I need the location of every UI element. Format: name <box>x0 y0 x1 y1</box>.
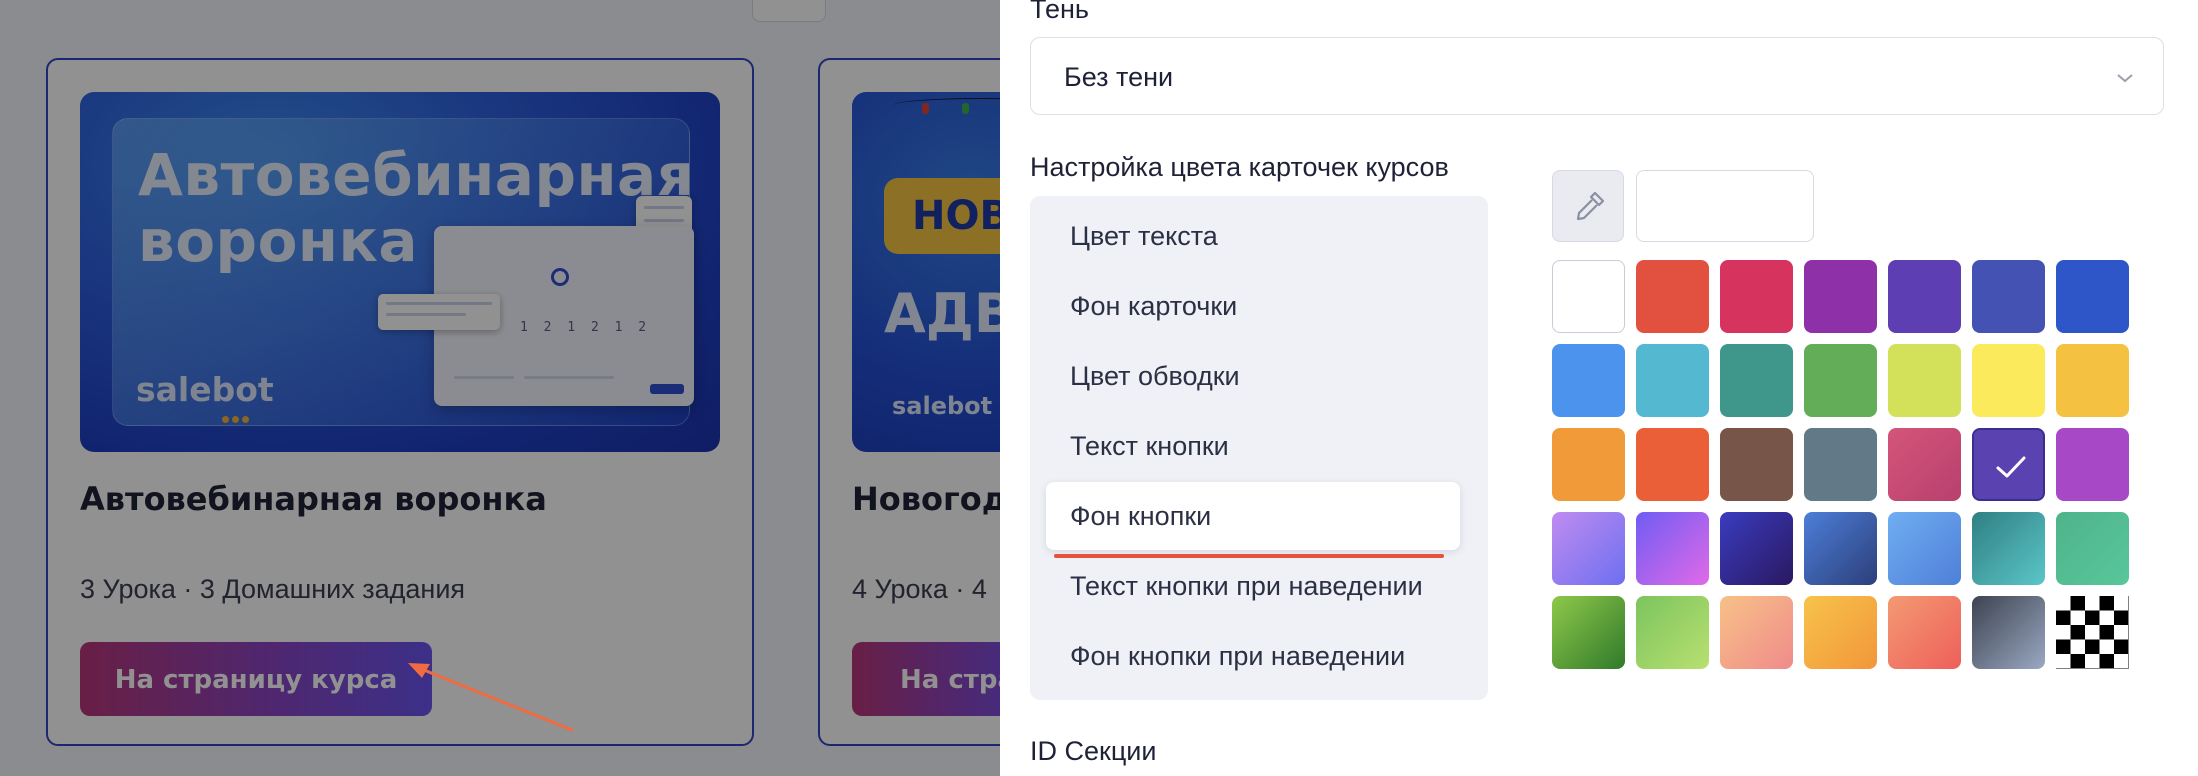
color-swatch[interactable] <box>1972 260 2045 333</box>
section-id-label: ID Секции <box>1030 736 1157 766</box>
brand-dots <box>222 410 256 423</box>
color-swatch[interactable] <box>1720 344 1793 417</box>
tab-button-hover-text[interactable]: Текст кнопки при наведении <box>1046 552 1460 620</box>
color-swatch[interactable] <box>1888 344 1961 417</box>
top-control[interactable] <box>752 0 826 22</box>
color-swatch[interactable] <box>2056 428 2129 501</box>
color-swatch[interactable] <box>1804 428 1877 501</box>
go-to-course-button[interactable]: На стра <box>852 642 1000 716</box>
brand-logo: salebot <box>136 370 274 409</box>
course-cover-image: Автовебинарная воронка 1 2 1 2 1 2 saleb… <box>80 92 720 452</box>
course-title: Автовебинарная воронка <box>80 480 547 518</box>
color-swatch[interactable] <box>1552 512 1625 585</box>
eyedropper-icon <box>1576 191 1605 221</box>
color-swatch[interactable] <box>1804 344 1877 417</box>
color-swatch[interactable] <box>1720 428 1793 501</box>
tab-border-color[interactable]: Цвет обводки <box>1046 342 1460 410</box>
mock-numbers: 1 2 1 2 1 2 <box>520 320 651 335</box>
color-target-list: Цвет текста Фон карточки Цвет обводки Те… <box>1030 196 1488 700</box>
cover-badge: НОВО <box>884 178 1000 254</box>
tab-text-color[interactable]: Цвет текста <box>1046 202 1460 270</box>
shadow-select-value: Без тени <box>1064 62 1174 92</box>
color-swatch[interactable] <box>1972 596 2045 669</box>
chevron-down-icon <box>2117 74 2133 83</box>
color-swatch[interactable] <box>1888 512 1961 585</box>
color-swatch[interactable] <box>1888 428 1961 501</box>
color-swatch[interactable] <box>1636 512 1709 585</box>
color-swatch[interactable] <box>1552 596 1625 669</box>
color-swatch[interactable] <box>1636 596 1709 669</box>
go-to-course-button[interactable]: На страницу курса <box>80 642 432 716</box>
color-swatch[interactable] <box>1720 260 1793 333</box>
color-swatch[interactable] <box>1804 260 1877 333</box>
shadow-label: Тень <box>1030 0 1089 24</box>
color-swatch[interactable] <box>2056 512 2129 585</box>
hex-color-input[interactable] <box>1636 170 1814 242</box>
mock-line <box>454 376 514 379</box>
color-swatch[interactable] <box>1972 428 2045 501</box>
color-swatch[interactable] <box>1720 596 1793 669</box>
course-cover-image: НОВО АДВЕ salebot <box>852 92 1000 452</box>
color-swatch[interactable] <box>2056 344 2129 417</box>
checkmark-icon <box>1996 456 2026 478</box>
color-swatch[interactable] <box>1804 512 1877 585</box>
color-swatch[interactable] <box>1636 344 1709 417</box>
color-swatch[interactable] <box>1888 596 1961 669</box>
bot-icon <box>551 268 569 286</box>
tab-button-background[interactable]: Фон кнопки <box>1046 482 1460 550</box>
shadow-select[interactable]: Без тени <box>1030 37 2164 115</box>
course-title: Новогод <box>852 480 1000 518</box>
mock-line <box>524 376 614 379</box>
annotation-arrow-icon <box>408 663 574 732</box>
garland-decoration <box>892 98 1000 114</box>
color-swatch[interactable] <box>1972 344 2045 417</box>
color-swatch[interactable] <box>2056 260 2129 333</box>
color-swatch[interactable] <box>1804 596 1877 669</box>
brand-logo: salebot <box>892 392 993 420</box>
course-meta: 4 Урока · 4 <box>852 574 987 604</box>
tab-button-hover-background[interactable]: Фон кнопки при наведении <box>1046 622 1460 690</box>
page-background: Автовебинарная воронка 1 2 1 2 1 2 saleb… <box>0 0 1000 776</box>
color-swatch[interactable] <box>1552 260 1625 333</box>
course-meta: 3 Урока · 3 Домашних задания <box>80 574 466 604</box>
color-swatch[interactable] <box>1888 260 1961 333</box>
color-swatch[interactable] <box>1720 512 1793 585</box>
color-swatch[interactable] <box>1972 512 2045 585</box>
eyedropper-button[interactable] <box>1552 170 1624 242</box>
mock-button <box>650 384 684 394</box>
color-swatch[interactable] <box>1552 344 1625 417</box>
tab-button-text[interactable]: Текст кнопки <box>1046 412 1460 480</box>
color-swatch[interactable] <box>1636 260 1709 333</box>
tab-card-background[interactable]: Фон карточки <box>1046 272 1460 340</box>
course-card: НОВО АДВЕ salebot Новогод 4 Урока · 4 На… <box>818 58 1000 746</box>
cover-title: АДВЕ <box>884 282 1000 345</box>
card-color-label: Настройка цвета карточек курсов <box>1030 152 1449 182</box>
transparent-swatch[interactable] <box>2056 596 2129 669</box>
color-swatch[interactable] <box>1636 428 1709 501</box>
course-card: Автовебинарная воронка 1 2 1 2 1 2 saleb… <box>46 58 754 746</box>
settings-panel: Тень Без тени Настройка цвета карточек к… <box>1000 0 2198 776</box>
color-swatch-grid <box>1552 260 2142 674</box>
mock-popup <box>378 294 500 330</box>
color-swatch[interactable] <box>1552 428 1625 501</box>
